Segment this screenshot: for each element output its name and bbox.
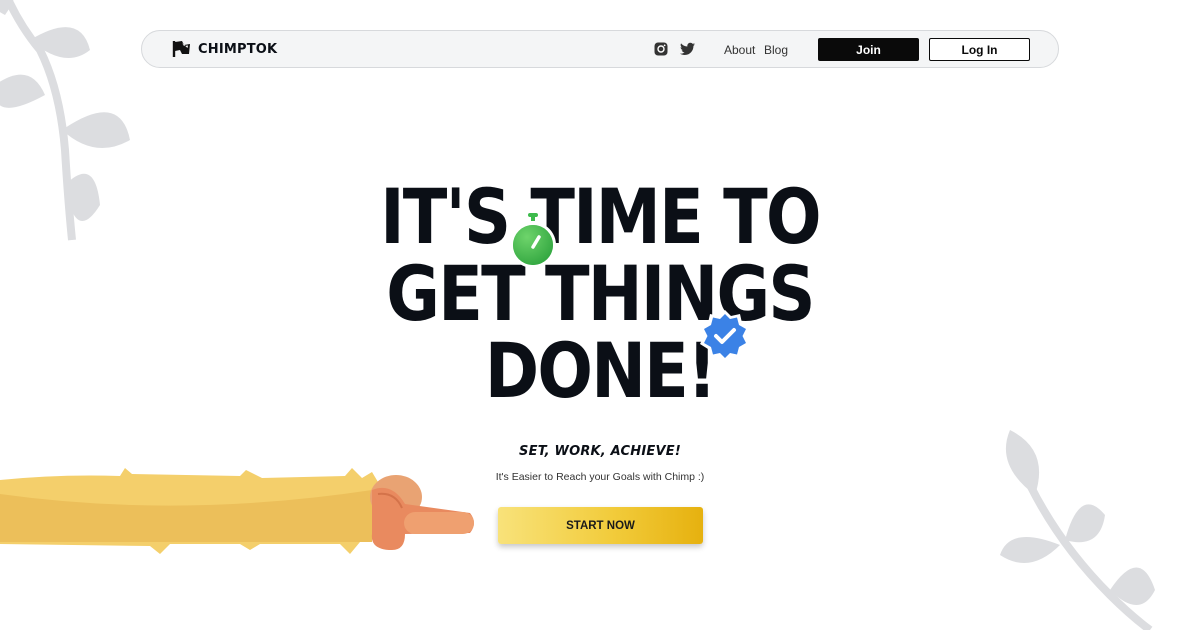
start-now-button[interactable]: START NOW xyxy=(498,507,703,544)
nav-link-about[interactable]: About xyxy=(724,43,755,57)
brand-logo-link[interactable]: CHIMPTOK xyxy=(172,40,277,58)
login-button[interactable]: Log In xyxy=(929,38,1030,61)
hero-title-line-2: GET THINGS xyxy=(386,249,815,338)
pointing-arm-illustration xyxy=(0,468,474,554)
twitter-icon[interactable] xyxy=(680,42,695,56)
instagram-icon[interactable] xyxy=(654,42,668,56)
leaf-branch-decoration-right xyxy=(1000,430,1155,630)
nav-link-blog[interactable]: Blog xyxy=(764,43,788,57)
flag-logo-icon xyxy=(172,41,190,57)
join-button[interactable]: Join xyxy=(818,38,919,61)
hero-title-line-3: DONE! xyxy=(484,326,717,415)
stopwatch-icon xyxy=(510,213,556,268)
hero-tagline: SET, WORK, ACHIEVE! xyxy=(519,444,681,459)
brand-name: CHIMPTOK xyxy=(198,41,278,57)
social-links xyxy=(654,42,695,56)
hero-title: IT'S TIME TO GET THINGS DONE! xyxy=(342,178,858,409)
leaf-branch-decoration-left xyxy=(0,0,130,241)
top-navbar: CHIMPTOK About Blog Join Log In xyxy=(141,30,1059,68)
verified-badge-icon xyxy=(700,310,750,362)
hero-title-line-1: IT'S TIME TO xyxy=(380,172,821,261)
